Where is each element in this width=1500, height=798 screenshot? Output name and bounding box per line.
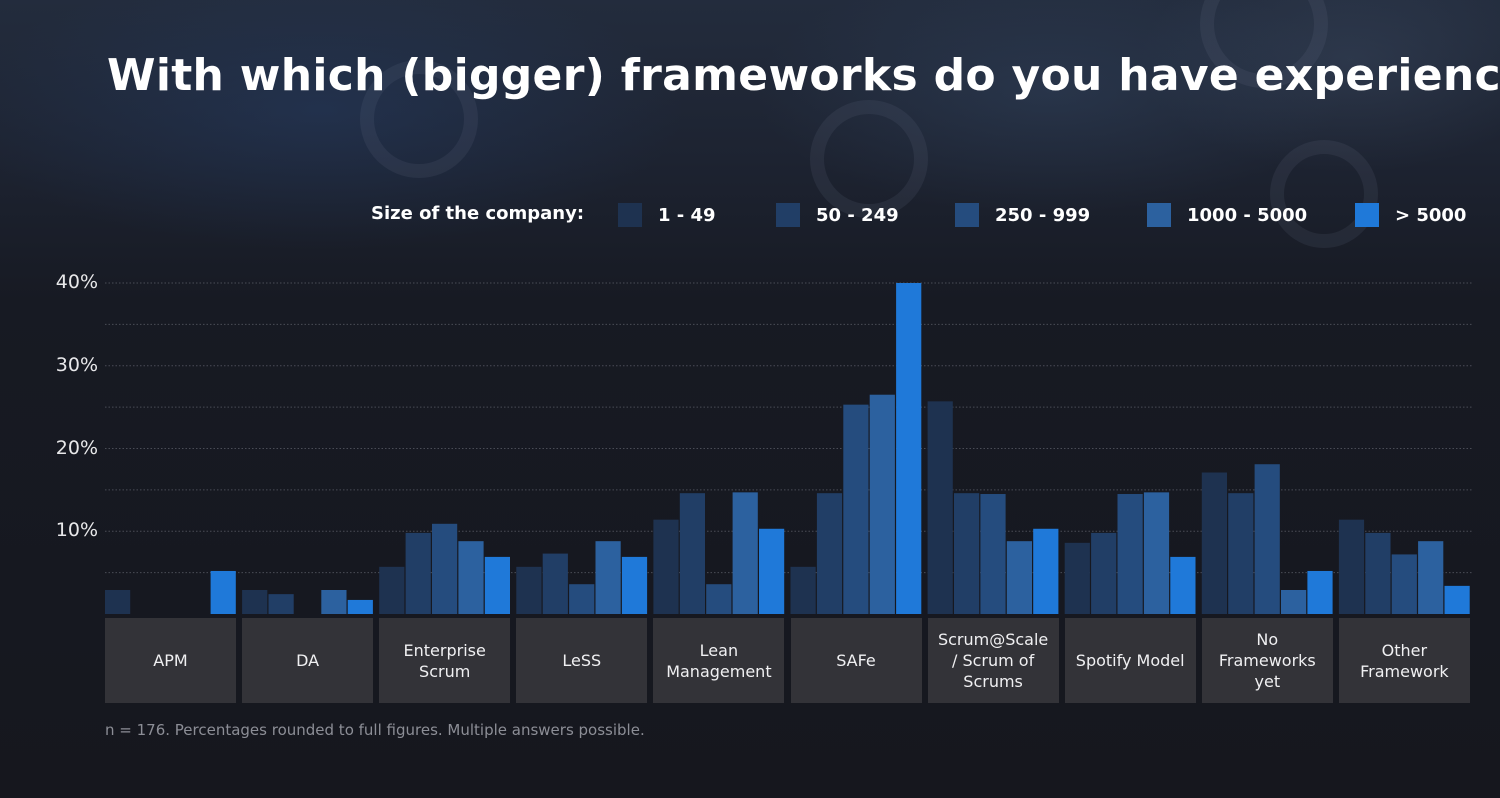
bar [542, 553, 568, 614]
x-tick-label: Other Framework [1338, 618, 1470, 703]
bar [706, 584, 732, 614]
bar [927, 401, 953, 614]
bar [347, 599, 373, 614]
bar [1418, 541, 1444, 614]
bar [679, 493, 705, 614]
bar [432, 523, 458, 614]
x-tick-label: APM [105, 618, 236, 703]
bar [1117, 494, 1143, 614]
bar [484, 556, 510, 614]
x-tick-label: Lean Management [653, 618, 785, 703]
x-tick-label: Enterprise Scrum [379, 618, 511, 703]
bar [896, 283, 922, 614]
footnote: n = 176. Percentages rounded to full fig… [105, 721, 645, 739]
bar [1064, 542, 1090, 614]
x-tick-label: Scrum@Scale / Scrum of Scrums [927, 618, 1059, 703]
bar [869, 394, 895, 614]
bar [1338, 519, 1365, 614]
bar [1254, 464, 1280, 614]
bar [516, 566, 542, 614]
bar [1033, 528, 1059, 614]
bar [1201, 472, 1227, 614]
bar [242, 590, 268, 614]
bar [1170, 556, 1196, 614]
bar [595, 541, 621, 614]
bar [759, 528, 785, 614]
bar [1391, 554, 1417, 614]
bar [1281, 590, 1307, 614]
bar [379, 566, 405, 614]
bar [653, 519, 679, 614]
bar [105, 590, 131, 614]
bar [1228, 493, 1254, 614]
bar [843, 404, 869, 614]
x-tick-label: LeSS [516, 618, 648, 703]
bar [458, 541, 484, 614]
bar [268, 594, 294, 614]
bar [1365, 532, 1391, 614]
bar [569, 584, 595, 614]
x-tick-label: SAFe [790, 618, 922, 703]
bar [980, 494, 1006, 614]
bar [621, 556, 648, 614]
bar [816, 493, 843, 614]
bar [1091, 532, 1117, 614]
bar [1143, 492, 1170, 614]
x-tick-label: No Frameworks yet [1201, 618, 1333, 703]
bar [405, 532, 431, 614]
bar [210, 570, 236, 614]
bar [1307, 570, 1333, 614]
x-tick-label: DA [242, 618, 374, 703]
bar [1444, 585, 1470, 614]
bar [321, 590, 347, 614]
bar [1006, 541, 1032, 614]
x-tick-label: Spotify Model [1064, 618, 1196, 703]
bar [954, 493, 980, 614]
bar [732, 492, 758, 614]
bar [790, 566, 816, 614]
